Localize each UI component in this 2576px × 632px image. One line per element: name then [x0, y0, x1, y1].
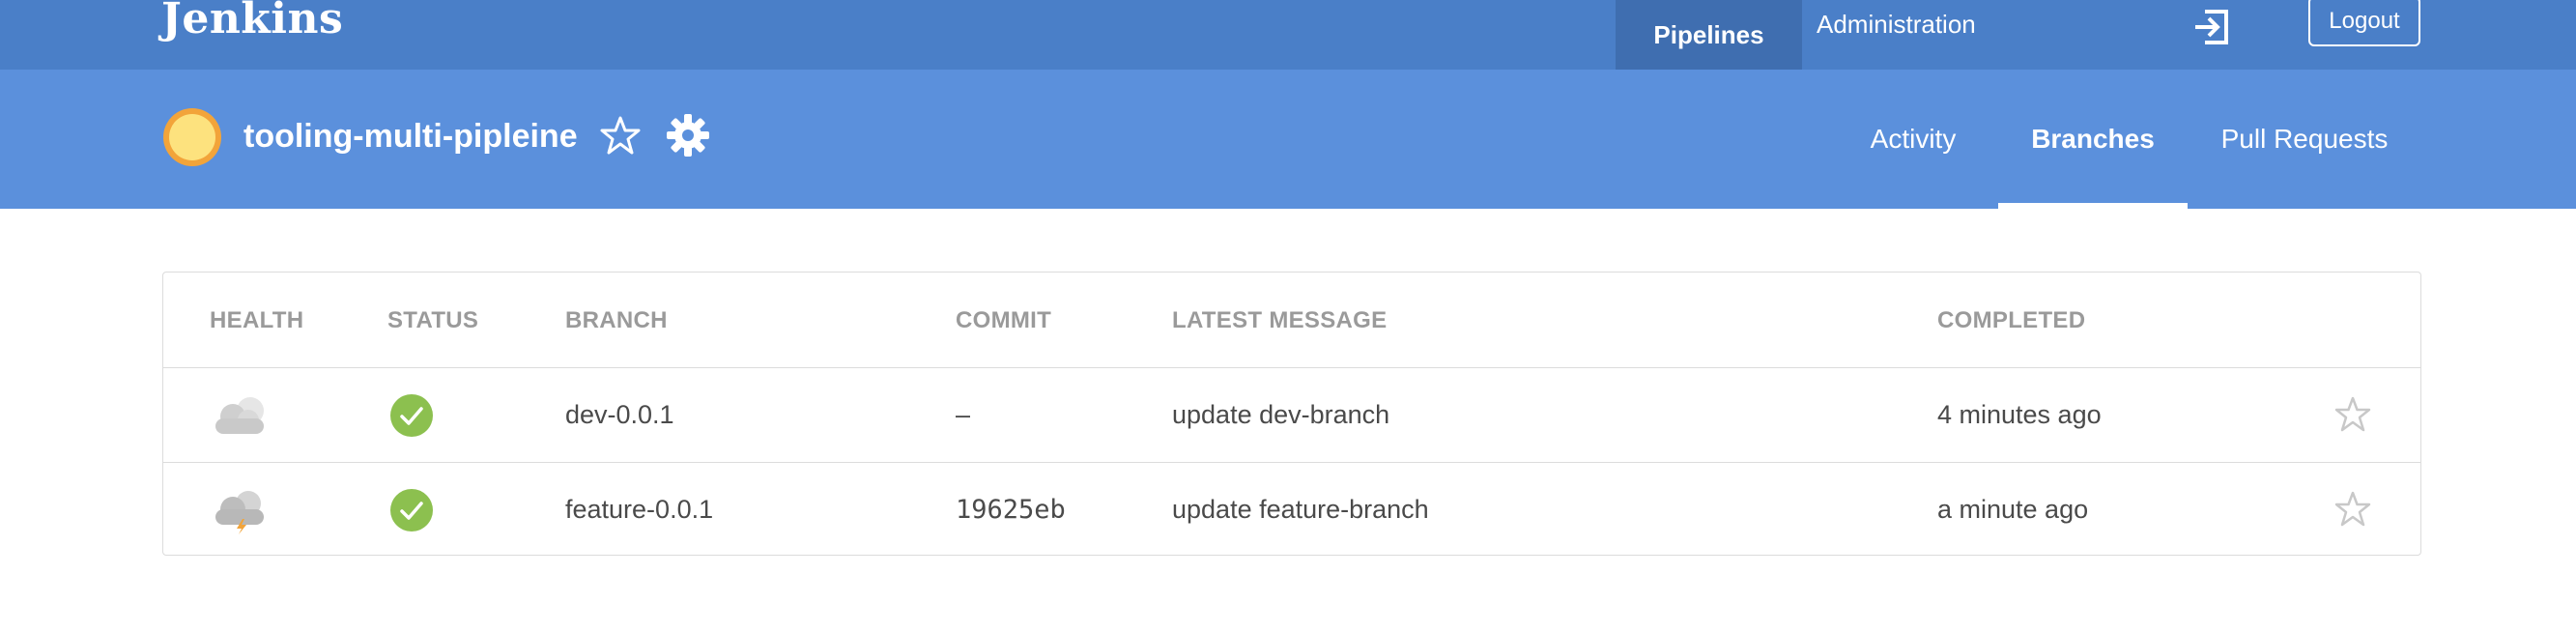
success-check-icon	[390, 489, 433, 531]
gear-icon[interactable]	[665, 112, 711, 158]
nav-pipelines[interactable]: Pipelines	[1616, 0, 1802, 70]
storm-weather-icon	[215, 491, 264, 534]
table-row[interactable]: feature-0.0.1 19625eb update feature-bra…	[163, 462, 2420, 557]
tab-activity[interactable]: Activity	[1846, 70, 1981, 209]
pipeline-title[interactable]: tooling-multi-pipleine	[243, 118, 578, 156]
commit-id[interactable]: 19625eb	[956, 463, 1066, 557]
nav-administration[interactable]: Administration	[1817, 0, 1976, 48]
success-check-icon	[390, 394, 433, 437]
favorite-star-icon[interactable]	[2333, 490, 2372, 529]
completed-time: 4 minutes ago	[1937, 400, 2102, 429]
jenkins-logo[interactable]: Jenkins	[161, 0, 343, 43]
branches-table: HEALTH STATUS BRANCH COMMIT LATEST MESSA…	[162, 272, 2421, 556]
branch-name[interactable]: feature-0.0.1	[565, 463, 713, 557]
logout-button[interactable]: Logout	[2308, 0, 2420, 46]
branch-name[interactable]: dev-0.0.1	[565, 368, 674, 462]
favorite-star-icon[interactable]	[599, 114, 642, 157]
column-header-health[interactable]: HEALTH	[210, 307, 303, 334]
latest-message: update dev-branch	[1172, 400, 1390, 429]
column-header-completed[interactable]: COMPLETED	[1937, 307, 2085, 334]
commit-id: –	[956, 400, 971, 429]
column-header-branch[interactable]: BRANCH	[565, 307, 668, 334]
tab-pull-requests[interactable]: Pull Requests	[2205, 70, 2404, 209]
column-header-latest-message[interactable]: LATEST MESSAGE	[1172, 307, 1387, 334]
tab-branches[interactable]: Branches	[1998, 70, 2188, 209]
column-header-commit[interactable]: COMMIT	[956, 307, 1051, 334]
column-header-status[interactable]: STATUS	[387, 307, 478, 334]
cloudy-weather-icon	[215, 397, 264, 434]
table-row[interactable]: dev-0.0.1 – update dev-branch 4 minutes …	[163, 367, 2420, 462]
sunny-weather-icon	[163, 108, 221, 166]
favorite-star-icon[interactable]	[2333, 395, 2372, 434]
completed-time: a minute ago	[1937, 495, 2089, 524]
top-navbar: Jenkins Pipelines Administration Logout	[0, 0, 2576, 70]
pipeline-header: tooling-multi-pipleine Activity Branches…	[0, 70, 2576, 209]
exit-icon[interactable]	[2191, 6, 2234, 48]
latest-message: update feature-branch	[1172, 495, 1429, 524]
